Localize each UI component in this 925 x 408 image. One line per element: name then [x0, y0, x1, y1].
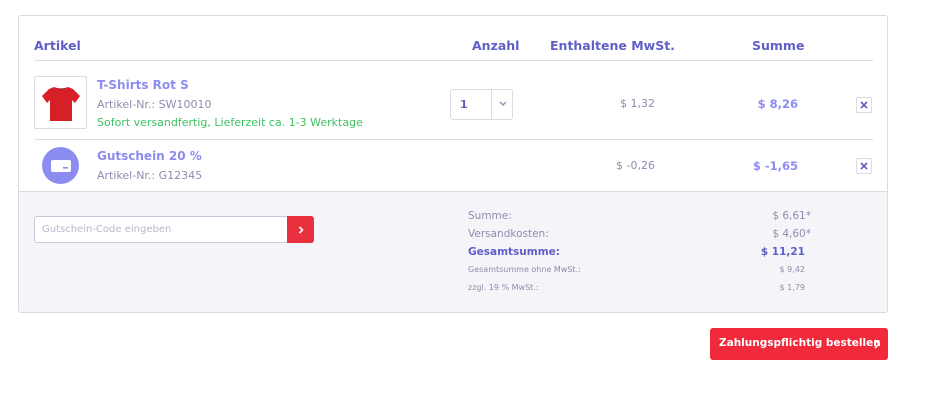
remove-item-button[interactable] — [856, 97, 872, 113]
product-name[interactable]: T-Shirts Rot S — [97, 78, 189, 92]
item-vat: $ 1,32 — [620, 97, 655, 110]
subtotal-value: $ 6,61* — [772, 210, 811, 222]
header-sum: Summe — [752, 38, 805, 53]
product-number: Artikel-Nr.: SW10010 — [97, 98, 212, 111]
header-vat: Enthaltene MwSt. — [550, 38, 675, 53]
quantity-select[interactable]: 1 — [450, 89, 513, 120]
subtotal-label: Summe: — [468, 210, 512, 222]
voucher-number: Artikel-Nr.: G12345 — [97, 169, 203, 182]
net-total-label: Gesamtsumme ohne MwSt.: — [468, 265, 581, 274]
chevron-right-icon — [874, 339, 881, 349]
net-total-value: $ 9,42 — [779, 265, 805, 274]
shipping-value: $ 4,60* — [772, 228, 811, 240]
header-quantity: Anzahl — [472, 38, 520, 53]
cart-summary: Summe: $ 6,61* Versandkosten: $ 4,60* Ge… — [19, 191, 887, 312]
item-sum: $ 8,26 — [757, 97, 798, 111]
ticket-icon — [50, 159, 71, 172]
order-button-label: Zahlungspflichtig bestellen — [719, 337, 881, 349]
quantity-divider — [491, 90, 492, 119]
header-divider — [35, 60, 873, 61]
tax-label: zzgl. 19 % MwSt.: — [468, 283, 539, 292]
close-icon — [860, 101, 868, 109]
voucher-name[interactable]: Gutschein 20 % — [97, 149, 202, 163]
close-icon — [860, 162, 868, 170]
header-article: Artikel — [34, 38, 81, 53]
total-value: $ 11,21 — [760, 246, 805, 258]
voucher-icon — [42, 147, 79, 184]
product-image[interactable] — [34, 76, 87, 129]
cart-table: Artikel Anzahl Enthaltene MwSt. Summe T-… — [18, 15, 888, 313]
chevron-down-icon — [499, 101, 507, 106]
quantity-value: 1 — [460, 98, 468, 111]
remove-voucher-button[interactable] — [856, 158, 872, 174]
apply-voucher-button[interactable] — [287, 216, 314, 243]
voucher-code-input[interactable] — [34, 216, 288, 243]
total-label: Gesamtsumme: — [468, 246, 560, 258]
voucher-sum: $ -1,65 — [752, 159, 798, 173]
voucher-vat: $ -0,26 — [616, 159, 655, 172]
tax-value: $ 1,79 — [779, 283, 805, 292]
order-button[interactable]: Zahlungspflichtig bestellen — [710, 328, 888, 360]
chevron-right-icon — [298, 225, 304, 234]
red-tshirt-icon — [41, 86, 80, 121]
delivery-info: Sofort versandfertig, Lieferzeit ca. 1-3… — [97, 116, 363, 129]
shipping-label: Versandkosten: — [468, 228, 549, 240]
row-divider — [35, 139, 873, 140]
